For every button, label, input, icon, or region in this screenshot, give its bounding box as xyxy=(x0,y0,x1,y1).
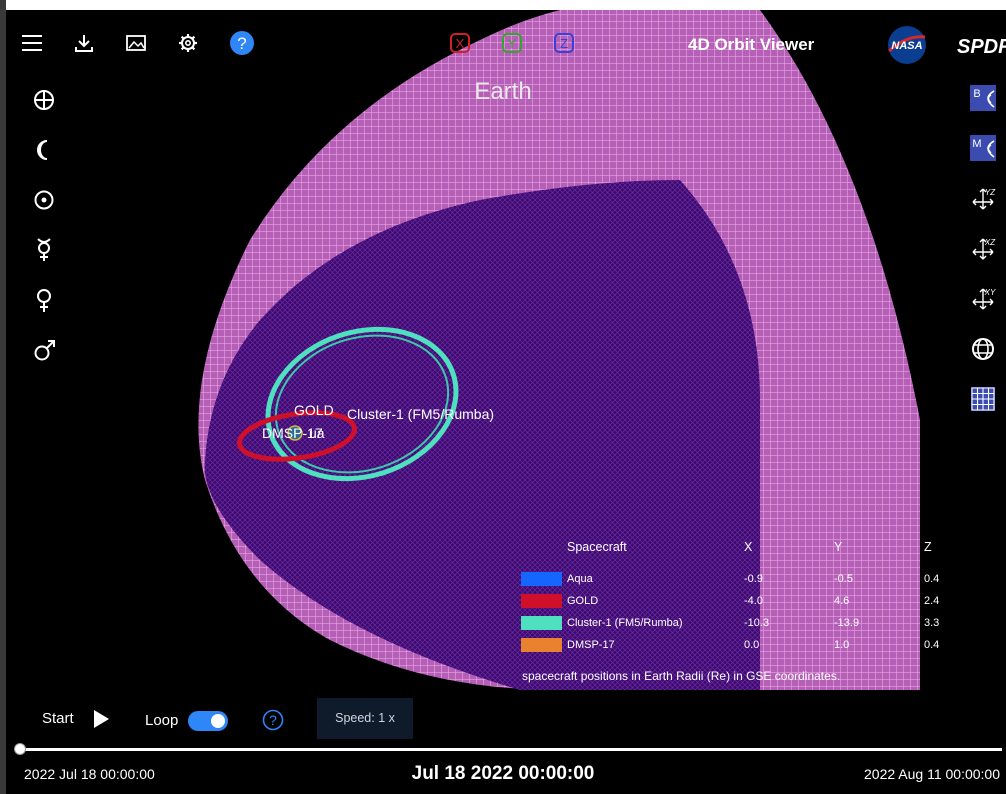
y-axis-label: Y xyxy=(508,36,517,51)
legend-swatch-dmsp xyxy=(521,638,562,652)
legend-z-gold: 2.4 xyxy=(924,595,940,607)
legend-name-gold: GOLD xyxy=(567,595,599,607)
aqua-label: ua xyxy=(309,425,325,441)
globe-grid-icon[interactable] xyxy=(970,336,996,362)
scene-title: Earth xyxy=(474,78,532,105)
svg-text:XZ: XZ xyxy=(984,238,996,247)
timeline-slider-handle[interactable] xyxy=(14,743,26,755)
mars-icon[interactable] xyxy=(33,339,57,363)
nasa-logo-icon: NASA xyxy=(888,26,926,64)
loop-toggle-knob xyxy=(211,714,225,728)
gear-icon[interactable] xyxy=(178,33,198,53)
orbit-scene-canvas[interactable] xyxy=(0,0,1006,794)
venus-icon[interactable] xyxy=(33,288,55,314)
legend-swatch-gold xyxy=(521,594,562,608)
legend-x-gold: -4.0 xyxy=(744,595,763,607)
legend-name-cluster: Cluster-1 (FM5/Rumba) xyxy=(567,617,683,629)
legend-header-spacecraft: Spacecraft xyxy=(567,540,627,554)
legend-x-aqua: -0.9 xyxy=(744,573,763,585)
spdf-logo: SPDF xyxy=(957,36,1006,58)
legend-z-dmsp: 0.4 xyxy=(924,639,940,651)
timeline-end-date: 2022 Aug 11 00:00:00 xyxy=(864,766,1000,782)
legend-name-aqua: Aqua xyxy=(567,573,593,585)
legend-x-cluster: -10.3 xyxy=(744,617,770,629)
legend-y-aqua: -0.5 xyxy=(834,573,853,585)
z-axis-label: Z xyxy=(560,36,568,51)
image-icon[interactable] xyxy=(126,34,146,52)
loop-label: Loop xyxy=(145,712,179,729)
legend-z-cluster: 3.3 xyxy=(924,617,940,629)
legend-header-z: Z xyxy=(924,540,932,554)
xy-plane-icon[interactable]: XY xyxy=(970,286,996,312)
legend-header-y: Y xyxy=(834,540,843,554)
bow-shock-icon[interactable]: B xyxy=(970,85,996,111)
play-icon[interactable] xyxy=(92,709,110,729)
legend-z-aqua: 0.4 xyxy=(924,573,940,585)
svg-text:XY: XY xyxy=(984,288,996,297)
window-top-edge xyxy=(0,0,1006,10)
speed-selector[interactable]: Speed: 1 x xyxy=(317,698,413,739)
nasa-logo-text: NASA xyxy=(891,40,922,52)
legend-y-gold: 4.6 xyxy=(834,595,850,607)
legend-note: spacecraft positions in Earth Radii (Re)… xyxy=(522,669,841,683)
app-title: 4D Orbit Viewer xyxy=(688,35,815,54)
svg-text:B: B xyxy=(973,88,980,100)
sun-icon[interactable] xyxy=(33,189,55,211)
legend-swatch-aqua xyxy=(521,572,562,586)
earth-icon[interactable] xyxy=(33,89,55,111)
z-axis-toggle-icon[interactable]: Z xyxy=(553,32,575,54)
x-axis-label: X xyxy=(456,36,465,51)
help-icon[interactable]: ? xyxy=(229,30,255,56)
svg-text:M: M xyxy=(972,138,981,150)
xz-plane-icon[interactable]: XZ xyxy=(970,236,996,262)
playback-help-icon[interactable]: ? xyxy=(262,709,284,731)
yz-plane-icon[interactable]: YZ xyxy=(970,186,996,212)
legend-y-dmsp: 1.0 xyxy=(834,639,850,651)
cluster-label: Cluster-1 (FM5/Rumba) xyxy=(347,406,495,422)
menu-icon[interactable] xyxy=(21,33,43,53)
svg-text:?: ? xyxy=(269,712,277,728)
loop-toggle[interactable] xyxy=(188,711,228,731)
timeline-current-date: Jul 18 2022 00:00:00 xyxy=(411,763,595,784)
window-left-edge xyxy=(0,0,6,794)
x-axis-toggle-icon[interactable]: X xyxy=(449,32,471,54)
grid-icon[interactable] xyxy=(970,386,996,412)
download-icon[interactable] xyxy=(74,33,94,53)
gold-label: GOLD xyxy=(294,402,334,418)
legend-x-dmsp: 0.0 xyxy=(744,639,760,651)
start-label: Start xyxy=(42,710,74,727)
legend-name-dmsp: DMSP-17 xyxy=(567,639,615,651)
y-axis-toggle-icon[interactable]: Y xyxy=(501,32,523,54)
timeline-slider-track[interactable] xyxy=(20,748,1002,751)
svg-text:?: ? xyxy=(237,34,246,53)
legend-swatch-cluster xyxy=(521,616,562,630)
mercury-icon[interactable] xyxy=(33,237,55,263)
svg-text:YZ: YZ xyxy=(985,188,996,197)
legend-y-cluster: -13.9 xyxy=(834,617,860,629)
moon-icon[interactable] xyxy=(33,139,55,161)
legend-header-x: X xyxy=(744,540,753,554)
magnetopause-icon[interactable]: M xyxy=(970,135,996,161)
